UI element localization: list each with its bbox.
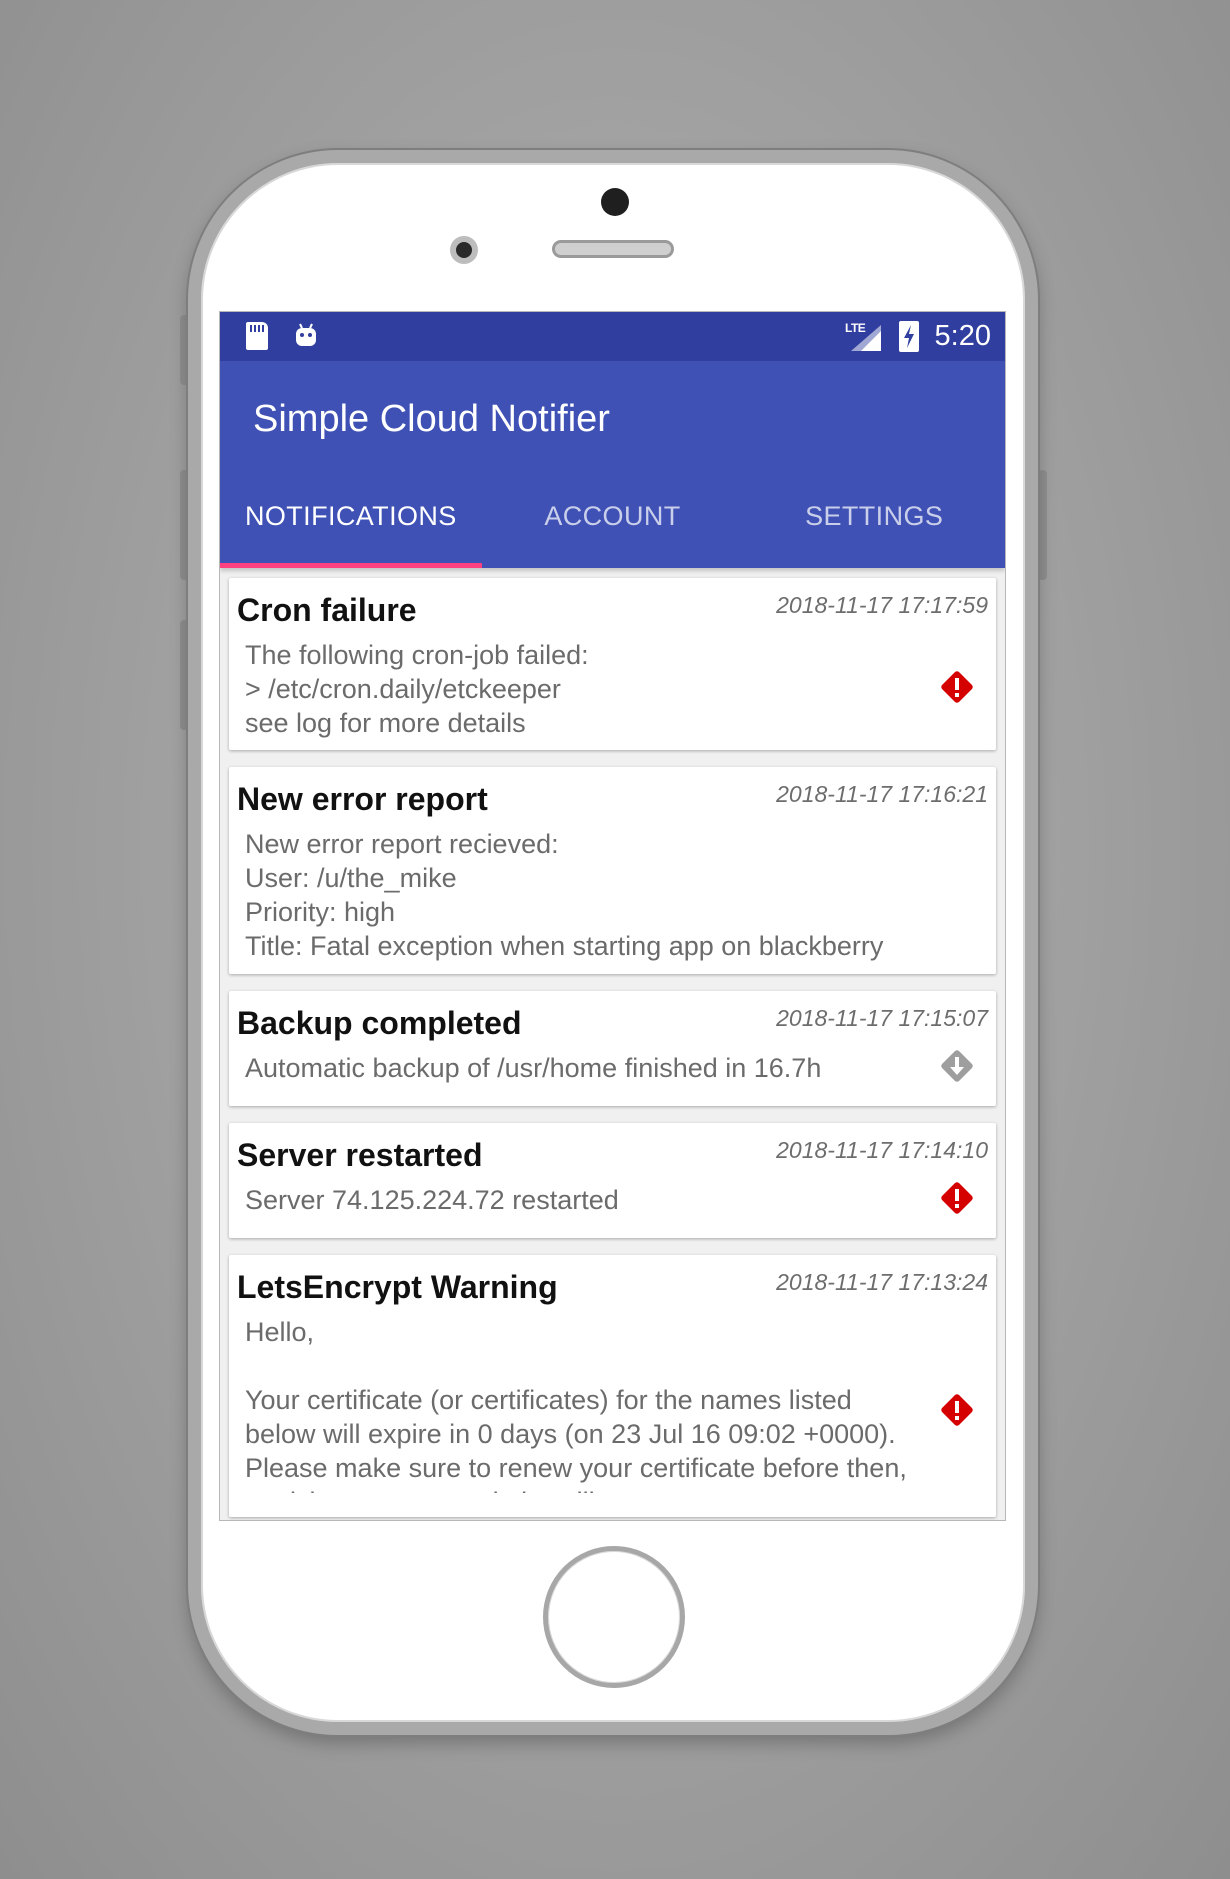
notification-card[interactable]: Cron failure 2018-11-17 17:17:59 The fol… [229, 578, 996, 750]
notification-body: Hello, Your certificate (or certificates… [245, 1317, 907, 1493]
earpiece-speaker [552, 240, 674, 258]
low-priority-grey-icon [941, 1050, 973, 1082]
battery-charging-icon [899, 321, 919, 352]
tab-account[interactable]: ACCOUNT [482, 477, 744, 568]
notification-timestamp: 2018-11-17 17:17:59 [776, 592, 988, 618]
notification-timestamp: 2018-11-17 17:13:24 [776, 1269, 988, 1295]
error-red-icon [941, 671, 973, 703]
error-red-icon [941, 1394, 973, 1426]
status-bar: LTE 5:20 [220, 312, 1005, 361]
tab-bar: NOTIFICATIONS ACCOUNT SETTINGS [220, 477, 1005, 568]
front-camera [601, 188, 629, 216]
lte-signal-icon: LTE [845, 321, 881, 351]
notification-body: Server 74.125.224.72 restarted [245, 1185, 619, 1215]
android-debug-icon [296, 323, 316, 346]
app-bar: Simple Cloud Notifier [220, 361, 1005, 477]
notification-card[interactable]: Backup completed 2018-11-17 17:15:07 Aut… [229, 991, 996, 1106]
notification-timestamp: 2018-11-17 17:16:21 [776, 781, 988, 807]
notification-card[interactable]: LetsEncrypt Warning 2018-11-17 17:13:24 … [229, 1255, 996, 1517]
app-screen: LTE 5:20 Simple Cloud Notifier NOTIFICAT… [219, 311, 1006, 1521]
notification-list[interactable]: Cron failure 2018-11-17 17:17:59 The fol… [220, 568, 1005, 1517]
sd-card-icon [246, 322, 268, 350]
phone-power-button [1038, 470, 1047, 580]
error-red-icon [941, 1182, 973, 1214]
notification-body: Automatic backup of /usr/home finished i… [245, 1053, 822, 1083]
notification-timestamp: 2018-11-17 17:15:07 [776, 1005, 988, 1031]
notification-timestamp: 2018-11-17 17:14:10 [776, 1137, 988, 1163]
tab-notifications[interactable]: NOTIFICATIONS [220, 477, 482, 568]
proximity-sensor [450, 236, 478, 264]
notification-body: New error report recieved: User: /u/the_… [245, 829, 884, 961]
home-button[interactable] [543, 1546, 685, 1688]
notification-card[interactable]: Server restarted 2018-11-17 17:14:10 Ser… [229, 1123, 996, 1238]
app-title: Simple Cloud Notifier [253, 398, 610, 440]
notification-body: The following cron-job failed: > /etc/cr… [245, 640, 589, 738]
status-time: 5:20 [934, 320, 991, 352]
notification-card[interactable]: New error report 2018-11-17 17:16:21 New… [229, 767, 996, 974]
tab-settings[interactable]: SETTINGS [743, 477, 1005, 568]
